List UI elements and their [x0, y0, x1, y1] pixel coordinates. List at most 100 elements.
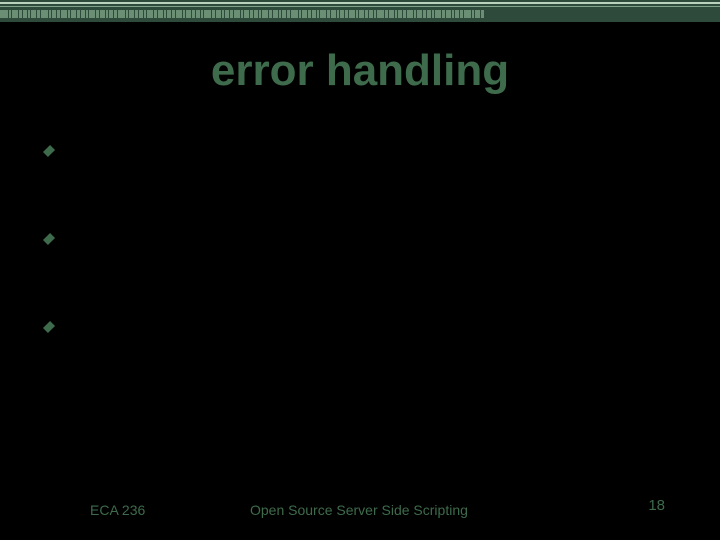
strip-segment	[365, 10, 368, 18]
strip-segment	[312, 10, 316, 18]
strip-segment	[23, 10, 27, 18]
strip-segment	[389, 10, 394, 18]
strip-segment	[164, 10, 166, 18]
strip-segment	[414, 10, 416, 18]
strip-segment	[403, 10, 406, 18]
strip-segment	[12, 10, 18, 18]
strip-segment	[31, 10, 36, 18]
strip-segment	[57, 10, 60, 18]
strip-segment	[96, 10, 99, 18]
strip-segment	[186, 10, 191, 18]
strip-segment	[244, 10, 249, 18]
strip-segment	[49, 10, 51, 18]
slide-body: ERRORS: fatal run-time errors, such as c…	[44, 140, 684, 430]
slide: error handling ERRORS: fatal run-time er…	[0, 0, 720, 540]
strip-segment	[460, 10, 463, 18]
strip-segment	[349, 10, 355, 18]
strip-segment	[144, 10, 146, 18]
strip-segment	[385, 10, 388, 18]
strip-segment	[432, 10, 434, 18]
strip-segment	[114, 10, 117, 18]
slide-footer: ECA 236 Open Source Server Side Scriptin…	[0, 494, 720, 518]
strip-segment	[446, 10, 451, 18]
strip-segment	[262, 10, 268, 18]
strip-segment	[86, 10, 88, 18]
strip-segment	[302, 10, 307, 18]
strip-segment	[317, 10, 319, 18]
strip-segment	[359, 10, 364, 18]
strip-segment	[331, 10, 336, 18]
strip-segment	[52, 10, 56, 18]
strip-segment	[254, 10, 258, 18]
strip-segment	[250, 10, 253, 18]
strip-segment	[41, 10, 48, 18]
strip-segment	[106, 10, 108, 18]
strip-segment	[100, 10, 105, 18]
strip-segment	[345, 10, 348, 18]
strip-segment	[308, 10, 311, 18]
bullet-item: WARNINGS: non-fatal run-time errors, suc…	[44, 228, 684, 282]
strip-segment	[68, 10, 70, 18]
strip-segment	[19, 10, 22, 18]
strip-segment	[9, 10, 11, 18]
strip-segment	[377, 10, 384, 18]
strip-segment	[129, 10, 134, 18]
strip-segment	[77, 10, 80, 18]
strip-segment	[192, 10, 195, 18]
strip-segment	[475, 10, 480, 18]
strip-segment	[417, 10, 422, 18]
strip-segment	[0, 10, 8, 18]
strip-segment	[327, 10, 330, 18]
strip-segment	[340, 10, 344, 18]
strip-segment	[126, 10, 128, 18]
strip-segment	[222, 10, 224, 18]
strip-segment	[279, 10, 281, 18]
footer-course: ECA 236	[90, 502, 145, 518]
strip-segment	[172, 10, 175, 18]
diamond-bullet-icon	[43, 145, 55, 157]
decorative-strip	[0, 0, 720, 22]
footer-subtitle: Open Source Server Side Scripting	[250, 502, 468, 518]
strip-segment	[407, 10, 413, 18]
strip-segment	[423, 10, 426, 18]
strip-segment	[259, 10, 261, 18]
strip-segment	[442, 10, 445, 18]
strip-segment	[273, 10, 278, 18]
strip-segment	[158, 10, 163, 18]
strip-segment	[464, 10, 471, 18]
strip-segment	[427, 10, 431, 18]
slide-title: error handling	[0, 46, 720, 96]
strip-segment	[81, 10, 85, 18]
strip-segment	[176, 10, 182, 18]
strip-segment	[167, 10, 171, 18]
strip-segment	[230, 10, 233, 18]
strip-segment	[374, 10, 376, 18]
strip-segment	[337, 10, 339, 18]
strip-segment	[320, 10, 326, 18]
bullet-item: ERRORS: fatal run-time errors, such as c…	[44, 140, 684, 194]
strip-segment	[147, 10, 153, 18]
strip-segment	[201, 10, 203, 18]
strip-segment	[282, 10, 286, 18]
strip-segment	[225, 10, 229, 18]
strip-segment	[395, 10, 397, 18]
strip-segment	[299, 10, 301, 18]
diamond-bullet-icon	[43, 320, 55, 332]
strip-segment	[356, 10, 358, 18]
strip-segment	[61, 10, 67, 18]
strip-segment	[216, 10, 221, 18]
strip-line	[0, 2, 720, 4]
strip-segment	[212, 10, 215, 18]
strip-line	[0, 6, 720, 7]
diamond-bullet-icon	[43, 233, 55, 245]
strip-segment	[455, 10, 459, 18]
strip-segment	[183, 10, 185, 18]
strip-segment	[234, 10, 240, 18]
strip-segment	[472, 10, 474, 18]
strip-segment	[287, 10, 290, 18]
strip-segment	[89, 10, 95, 18]
strip-segment	[135, 10, 138, 18]
strip-pattern	[0, 10, 720, 18]
strip-segment	[291, 10, 298, 18]
bullet-term: ERRORS	[66, 141, 156, 164]
